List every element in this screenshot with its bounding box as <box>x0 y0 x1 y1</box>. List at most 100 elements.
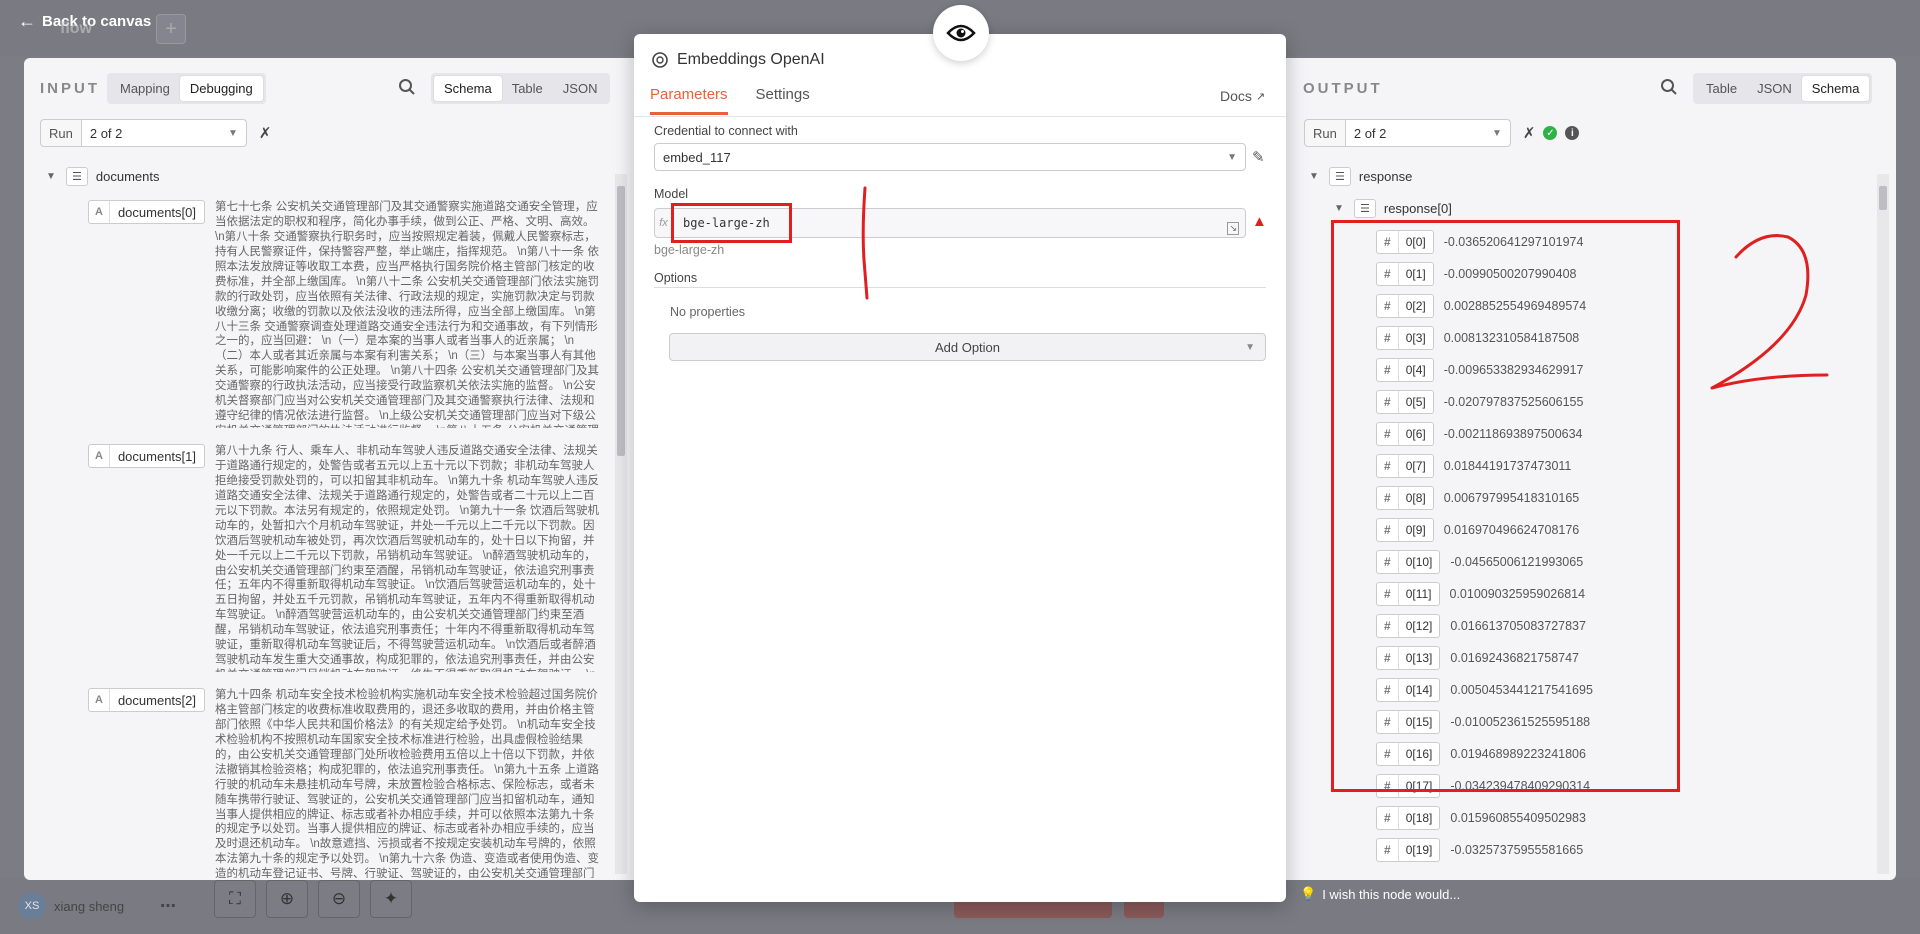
document-key-chip[interactable]: A documents[0] <box>88 200 205 224</box>
list-item: A documents[2] 第九十四条 机动车安全技术检验机构实施机动车安全技… <box>88 688 601 878</box>
number-key-chip[interactable]: #0[19] <box>1376 838 1441 862</box>
user-name: xiang sheng <box>54 898 125 914</box>
tab-json[interactable]: JSON <box>553 76 608 101</box>
documents-key: documents <box>95 169 160 184</box>
model-highlight-box <box>671 203 792 243</box>
zoom-out-icon[interactable]: ⊖ <box>318 880 360 918</box>
list-item: A documents[1] 第八十九条 行人、乘车人、非机动车驾驶人违反道路交… <box>88 444 601 672</box>
annotation-two-stroke <box>1710 234 1829 390</box>
tab-table[interactable]: Table <box>502 76 553 101</box>
input-heading: INPUT <box>40 80 100 97</box>
chevron-down-icon: ▼ <box>227 127 238 139</box>
zoom-in-icon[interactable]: ⊕ <box>266 880 308 918</box>
output-key: 0[18] <box>1405 811 1433 825</box>
tidy-up-icon[interactable]: ✦ <box>370 880 412 918</box>
output-value: 0.015960855409502983 <box>1450 811 1586 825</box>
number-type-icon: # <box>1377 839 1399 861</box>
eye-icon[interactable] <box>933 5 989 61</box>
fit-view-icon[interactable]: ⛶ <box>214 880 256 918</box>
no-properties-text: No properties <box>670 305 746 319</box>
avatar: XS <box>18 892 46 920</box>
output-run-selector: Run 2 of 2 ▼ ✗ ✓ i <box>1304 119 1580 147</box>
chevron-down-icon: ▼ <box>46 171 56 182</box>
document-key: documents[2] <box>117 692 196 708</box>
output-scrollbar[interactable] <box>1877 174 1889 874</box>
mode-debugging[interactable]: Debugging <box>179 76 263 101</box>
expand-icon[interactable]: ↘ <box>1227 222 1239 235</box>
input-scrollbar[interactable] <box>615 174 627 874</box>
tab-table[interactable]: Table <box>1696 76 1747 101</box>
more-icon[interactable]: ⋯ <box>160 896 176 916</box>
document-text: 第七十七条 公安机关交通管理部门及其交通警察实施道路交通安全管理，应当依据法定的… <box>215 201 599 428</box>
node-title: Embeddings OpenAI <box>651 51 825 69</box>
list-item: A documents[0] 第七十七条 公安机关交通管理部门及其交通警察实施道… <box>88 200 601 428</box>
user-menu[interactable]: XS xiang sheng <box>18 892 124 920</box>
document-key: documents[0] <box>117 204 196 220</box>
chevron-down-icon: ▼ <box>1491 127 1502 139</box>
response-root[interactable]: ▼ ☰ response <box>1309 167 1412 186</box>
scroll-thumb[interactable] <box>1879 186 1887 210</box>
chevron-down-icon: ▼ <box>1227 151 1237 163</box>
warning-icon: ▲ <box>1252 213 1267 230</box>
run-value: 2 of 2 <box>1353 125 1387 141</box>
tab-json[interactable]: JSON <box>1747 76 1802 101</box>
credential-label: Credential to connect with <box>654 124 798 138</box>
string-type-icon: A <box>89 201 110 223</box>
tabs-divider <box>634 116 1286 117</box>
model-hint: bge-large-zh <box>654 243 725 257</box>
tab-settings[interactable]: Settings <box>756 86 810 115</box>
run-select[interactable]: 2 of 2 ▼ <box>1344 119 1511 147</box>
tab-schema[interactable]: Schema <box>1801 76 1870 101</box>
search-icon[interactable] <box>1660 78 1678 96</box>
list-type-icon: ☰ <box>66 167 88 186</box>
response-key: response <box>1358 169 1413 184</box>
options-label: Options <box>654 271 698 285</box>
run-label: Run <box>40 119 81 147</box>
number-key-chip[interactable]: #0[18] <box>1376 806 1441 830</box>
add-icon[interactable]: + <box>156 14 186 44</box>
tab-schema[interactable]: Schema <box>434 76 502 101</box>
search-icon[interactable] <box>398 78 416 96</box>
chevron-down-icon: ▼ <box>1309 171 1319 182</box>
document-text: 第九十四条 机动车安全技术检验机构实施机动车安全技术检验超过国务院价格主管部门核… <box>215 689 599 878</box>
external-link-icon: ↗ <box>1255 90 1266 103</box>
docs-link[interactable]: Docs ↗ <box>1220 88 1265 104</box>
document-key-chip[interactable]: A documents[1] <box>88 444 205 468</box>
success-icon: ✓ <box>1543 126 1558 140</box>
output-value: -0.03257375955581665 <box>1450 843 1584 857</box>
feedback-text: I wish this node would... <box>1322 886 1461 902</box>
scroll-thumb[interactable] <box>617 186 625 456</box>
credential-value: embed_117 <box>663 149 731 165</box>
credential-select[interactable]: embed_117 ▼ <box>654 143 1246 171</box>
output-key: 0[19] <box>1405 843 1433 857</box>
feedback-link[interactable]: 💡 I wish this node would... <box>1300 886 1460 902</box>
run-select[interactable]: 2 of 2 ▼ <box>80 119 247 147</box>
arrow-left-icon: ← <box>18 11 36 31</box>
model-label: Model <box>654 187 689 201</box>
list-item: #0[19] -0.03257375955581665 <box>1376 838 1583 862</box>
add-option-button[interactable]: Add Option ▼ <box>669 333 1266 361</box>
mode-mapping[interactable]: Mapping <box>110 76 180 101</box>
tab-parameters[interactable]: Parameters <box>650 86 728 115</box>
back-to-canvas-label: Back to canvas <box>42 12 152 30</box>
response-0-key: response[0] <box>1383 201 1452 216</box>
document-key-chip[interactable]: A documents[2] <box>88 688 205 712</box>
edit-credential-icon[interactable]: ✎ <box>1252 148 1265 166</box>
docs-label: Docs <box>1220 88 1252 104</box>
workflow-title: flow <box>60 20 92 37</box>
input-mode-toggle: Mapping Debugging <box>107 73 266 104</box>
documents-root[interactable]: ▼ ☰ documents <box>46 167 159 186</box>
info-icon[interactable]: i <box>1565 126 1580 140</box>
string-type-icon: A <box>89 689 110 711</box>
list-type-icon: ☰ <box>1329 167 1351 186</box>
unlink-icon[interactable]: ✗ <box>259 124 272 142</box>
response-0-node[interactable]: ▼ ☰ response[0] <box>1334 199 1452 218</box>
node-title-text: Embeddings OpenAI <box>677 51 825 68</box>
run-value: 2 of 2 <box>89 125 123 141</box>
unlink-icon[interactable]: ✗ <box>1523 124 1536 142</box>
input-run-selector: Run 2 of 2 ▼ ✗ <box>40 119 271 147</box>
canvas-controls: ⛶ ⊕ ⊖ ✦ <box>214 880 412 918</box>
string-type-icon: A <box>89 445 110 467</box>
options-divider <box>654 287 1266 288</box>
output-highlight-box <box>1331 220 1680 792</box>
